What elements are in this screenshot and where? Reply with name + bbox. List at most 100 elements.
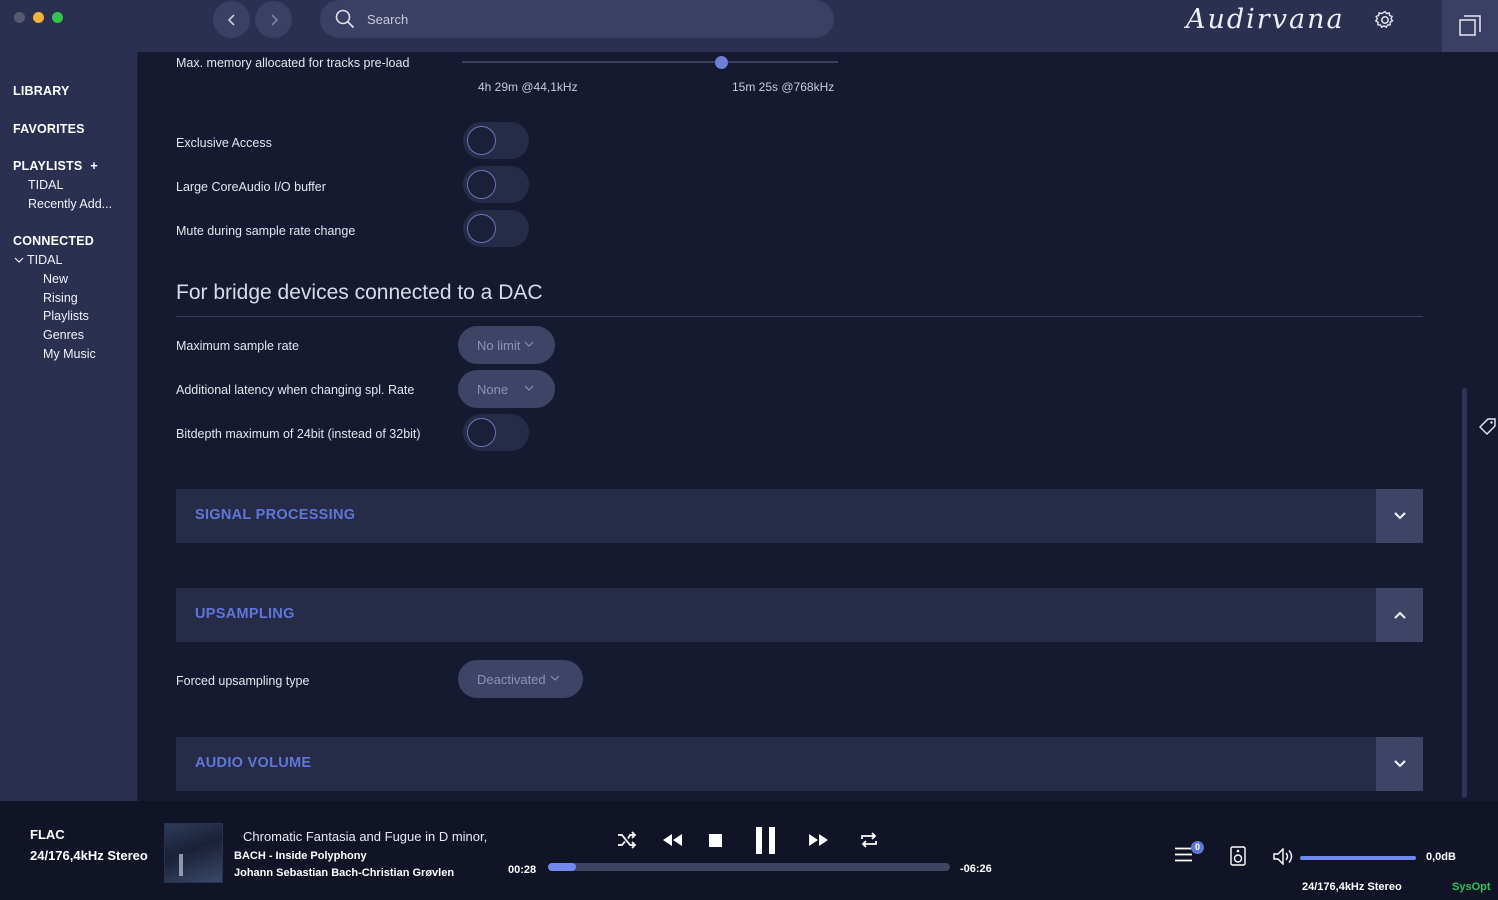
- memory-slider-track[interactable]: [462, 61, 838, 63]
- stop-button[interactable]: [709, 834, 722, 852]
- chevron-down-icon: [524, 340, 534, 351]
- track-title: Chromatic Fantasia and Fugue in D minor,: [243, 829, 488, 844]
- exclusive-access-toggle[interactable]: [463, 122, 529, 159]
- tag-icon: [1479, 418, 1496, 435]
- volume-value: 0,0dB: [1426, 851, 1456, 863]
- sidebar-playlist-tidal[interactable]: TIDAL: [28, 178, 63, 192]
- sidebar-tidal-service[interactable]: TIDAL: [14, 253, 62, 267]
- signal-processing-expand-button[interactable]: [1376, 489, 1423, 543]
- audio-volume-title: AUDIO VOLUME: [195, 755, 312, 771]
- mute-rate-change-label: Mute during sample rate change: [176, 224, 356, 238]
- fast-forward-icon: [809, 834, 828, 846]
- exclusive-access-label: Exclusive Access: [176, 136, 272, 150]
- settings-button[interactable]: [1373, 8, 1397, 37]
- chevron-down-icon: [550, 674, 560, 685]
- mute-rate-change-toggle[interactable]: [463, 210, 529, 247]
- sidebar-connected: CONNECTED: [13, 234, 94, 248]
- max-sample-rate-dropdown[interactable]: No limit: [458, 326, 555, 364]
- track-artist[interactable]: Johann Sebastian Bach-Christian Grøvlen: [234, 867, 454, 879]
- pause-icon: [756, 827, 775, 854]
- coreaudio-buffer-label: Large CoreAudio I/O buffer: [176, 180, 326, 194]
- sidebar-favorites[interactable]: FAVORITES: [13, 122, 85, 136]
- shuffle-button[interactable]: [617, 831, 637, 854]
- sidebar-item-my-music[interactable]: My Music: [43, 347, 96, 361]
- chevron-right-icon: [270, 13, 278, 26]
- window-icon: [1459, 15, 1481, 36]
- forced-upsampling-label: Forced upsampling type: [176, 674, 310, 688]
- search-placeholder[interactable]: Search: [367, 12, 408, 27]
- sidebar-item-playlists[interactable]: Playlists: [43, 309, 89, 323]
- volume-slider[interactable]: [1300, 856, 1416, 860]
- toggle-knob: [467, 126, 496, 155]
- sysopt-indicator[interactable]: SysOpt: [1452, 881, 1491, 893]
- next-button[interactable]: [808, 833, 830, 852]
- audio-device-button[interactable]: [1230, 846, 1246, 871]
- signal-processing-panel[interactable]: SIGNAL PROCESSING: [176, 489, 1423, 543]
- latency-label: Additional latency when changing spl. Ra…: [176, 383, 415, 397]
- upsampling-collapse-button[interactable]: [1376, 588, 1423, 642]
- search-icon: [335, 9, 355, 29]
- sidebar-item-genres[interactable]: Genres: [43, 328, 84, 342]
- audio-volume-panel[interactable]: AUDIO VOLUME: [176, 737, 1423, 791]
- forced-upsampling-value: Deactivated: [477, 671, 546, 687]
- max-sample-rate-value: No limit: [477, 337, 521, 353]
- progress-bar[interactable]: [548, 863, 950, 871]
- sidebar-playlist-recently-added[interactable]: Recently Add...: [28, 197, 112, 211]
- repeat-button[interactable]: [859, 832, 879, 853]
- search-field[interactable]: Search: [320, 0, 834, 38]
- back-button[interactable]: [213, 1, 250, 38]
- window-maximize-button[interactable]: [52, 12, 63, 23]
- cover-figure: [179, 854, 183, 876]
- tag-button[interactable]: [1478, 416, 1498, 441]
- chevron-down-icon: [524, 384, 534, 395]
- forced-upsampling-dropdown[interactable]: Deactivated: [458, 660, 583, 698]
- memory-label: Max. memory allocated for tracks pre-loa…: [176, 56, 410, 70]
- upsampling-title: UPSAMPLING: [195, 606, 295, 622]
- pause-button[interactable]: [755, 827, 777, 859]
- forward-button[interactable]: [255, 1, 292, 38]
- window-minimize-button[interactable]: [33, 12, 44, 23]
- bridge-section-title: For bridge devices connected to a DAC: [176, 281, 543, 304]
- bitdepth-label: Bitdepth maximum of 24bit (instead of 32…: [176, 427, 421, 441]
- rewind-icon: [663, 834, 682, 846]
- queue-count-badge: 0: [1191, 841, 1204, 854]
- volume-button[interactable]: [1273, 847, 1295, 870]
- sidebar-tidal-label: TIDAL: [27, 253, 63, 267]
- toggle-knob: [467, 170, 496, 199]
- album-cover[interactable]: [164, 823, 223, 883]
- file-format: FLAC: [30, 827, 65, 842]
- sidebar: LIBRARY FAVORITES PLAYLISTS + TIDAL Recen…: [0, 52, 138, 801]
- title-bar: Search Audirvana: [0, 0, 1498, 52]
- chevron-up-icon: [1393, 611, 1406, 619]
- bitdepth-toggle[interactable]: [463, 414, 529, 451]
- sidebar-library[interactable]: LIBRARY: [13, 84, 70, 98]
- window-close-button[interactable]: [14, 12, 25, 23]
- signal-processing-title: SIGNAL PROCESSING: [195, 507, 356, 523]
- scrollbar[interactable]: [1462, 388, 1467, 798]
- add-playlist-button[interactable]: +: [90, 159, 98, 173]
- upsampling-panel[interactable]: UPSAMPLING: [176, 588, 1423, 642]
- shuffle-icon: [618, 831, 637, 849]
- previous-button[interactable]: [661, 833, 683, 852]
- memory-max-label: 15m 25s @768kHz: [732, 80, 835, 94]
- section-divider: [176, 316, 1423, 317]
- track-album[interactable]: BACH - Inside Polyphony: [234, 850, 367, 862]
- sidebar-item-rising[interactable]: Rising: [43, 291, 78, 305]
- audio-volume-expand-button[interactable]: [1376, 737, 1423, 791]
- memory-min-label: 4h 29m @44,1kHz: [478, 80, 578, 94]
- toggle-knob: [467, 418, 496, 447]
- sidebar-item-new[interactable]: New: [43, 272, 68, 286]
- memory-slider-thumb[interactable]: [715, 56, 729, 69]
- app-logo: Audirvana: [1186, 4, 1345, 35]
- queue-button[interactable]: [1175, 847, 1193, 867]
- coreaudio-buffer-toggle[interactable]: [463, 166, 529, 203]
- latency-dropdown[interactable]: None: [458, 370, 555, 408]
- mini-player-button[interactable]: [1442, 0, 1498, 52]
- sidebar-playlists[interactable]: PLAYLISTS +: [13, 159, 98, 173]
- chevron-down-icon: [14, 256, 24, 267]
- chevron-down-icon: [1393, 760, 1406, 768]
- speaker-device-icon: [1230, 846, 1246, 866]
- remaining-time: -06:26: [960, 863, 992, 875]
- max-sample-rate-label: Maximum sample rate: [176, 339, 299, 353]
- chevron-down-icon: [1393, 512, 1406, 520]
